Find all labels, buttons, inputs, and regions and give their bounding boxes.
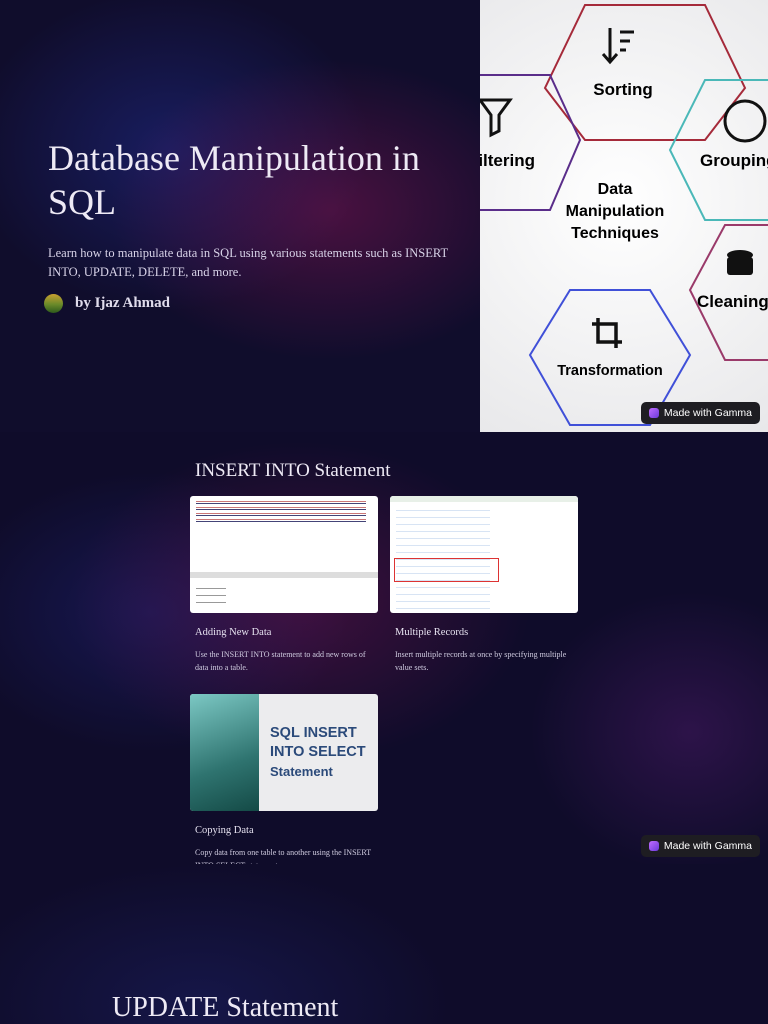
title-slide: Database Manipulation in SQL Learn how t…	[0, 0, 768, 432]
spreadsheet-screenshot	[390, 496, 578, 613]
node-grouping: Grouping	[700, 151, 768, 170]
insert-into-slide: INSERT INTO Statement Adding New Data Us…	[0, 432, 768, 864]
crop-icon	[592, 318, 622, 348]
section-title: INSERT INTO Statement	[195, 460, 391, 481]
svg-text:Manipulation: Manipulation	[566, 203, 665, 220]
card-description: Use the INSERT INTO statement to add new…	[195, 650, 366, 672]
sql-editor-screenshot	[190, 496, 378, 613]
node-sorting: Sorting	[593, 80, 653, 99]
group-icon	[723, 99, 767, 143]
subtitle: Learn how to manipulate data in SQL usin…	[48, 246, 448, 279]
card-title: Multiple Records	[395, 627, 469, 638]
card-description: Insert multiple records at once by speci…	[395, 650, 567, 672]
node-cleaning: Cleaning	[697, 292, 768, 311]
card-copying-data: SQL INSERT INTO SELECT Statement Copying D…	[190, 694, 378, 864]
svg-text:Data: Data	[598, 181, 633, 198]
insert-into-select-image: SQL INSERT INTO SELECT Statement	[190, 694, 378, 811]
filter-icon	[480, 98, 513, 138]
card-description: Copy data from one table to another usin…	[195, 848, 372, 864]
card-adding-new-data: Adding New Data Use the INSERT INTO stat…	[190, 496, 378, 674]
update-slide: UPDATE Statement	[0, 864, 768, 1024]
diagram-image: Sorting Filtering Grouping Cleaning Tran…	[480, 0, 768, 432]
node-transformation: Transformation	[557, 363, 663, 379]
card-multiple-records: Multiple Records Insert multiple records…	[390, 496, 578, 674]
database-icon	[727, 250, 753, 275]
author-name: by Ijaz Ahmad	[75, 295, 171, 311]
avatar	[44, 294, 63, 313]
page-title: Database Manipulation in SQL	[48, 138, 420, 222]
made-with-gamma-badge[interactable]: Made with Gamma	[640, 835, 760, 857]
gamma-icon	[648, 408, 659, 418]
node-filtering: Filtering	[480, 151, 535, 170]
svg-text:Techniques: Techniques	[571, 225, 659, 242]
card-title: Adding New Data	[195, 627, 272, 638]
section-title: UPDATE Statement	[112, 992, 339, 1023]
sort-icon	[601, 28, 634, 65]
card-title: Copying Data	[195, 825, 254, 836]
gamma-icon	[648, 841, 659, 851]
author: by Ijaz Ahmad	[44, 294, 448, 313]
made-with-gamma-badge[interactable]: Made with Gamma	[640, 402, 760, 424]
